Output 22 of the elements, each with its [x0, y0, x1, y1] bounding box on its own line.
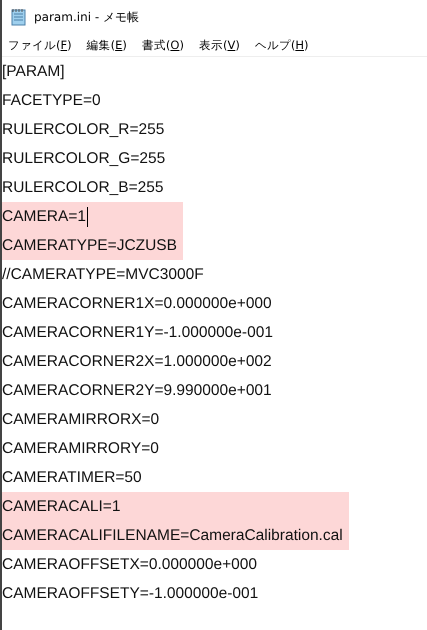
menu-item[interactable]: 表示(V) — [198, 38, 240, 52]
text-line: //CAMERATYPE=MVC3000F — [2, 265, 204, 285]
text-line: CAMERACORNER1Y=-1.000000e-001 — [2, 323, 273, 343]
text-line: CAMERAMIRRORY=0 — [2, 439, 159, 459]
text-line: CAMERAOFFSETY=-1.000000e-001 — [2, 584, 258, 604]
text-line: CAMERACORNER2X=1.000000e+002 — [2, 352, 272, 372]
text-line: FACETYPE=0 — [2, 91, 101, 111]
text-line: RULERCOLOR_R=255 — [2, 120, 164, 140]
text-line: CAMERACORNER2Y=9.990000e+001 — [2, 381, 272, 401]
menu-item[interactable]: ファイル(F) — [8, 38, 72, 52]
window-title: param.ini - メモ帳 — [34, 8, 139, 26]
text-line: RULERCOLOR_B=255 — [2, 178, 164, 198]
text-line: CAMERAOFFSETX=0.000000e+000 — [2, 555, 258, 575]
text-line: RULERCOLOR_G=255 — [2, 149, 166, 169]
text-line: CAMERACORNER1X=0.000000e+000 — [2, 294, 272, 314]
menu-item[interactable]: 書式(O) — [142, 38, 184, 52]
text-line: [PARAM] — [2, 62, 65, 82]
menu-item[interactable]: 編集(E) — [86, 38, 127, 52]
notepad-icon — [11, 8, 27, 26]
text-line: CAMERAMIRRORX=0 — [2, 410, 160, 430]
menu-item[interactable]: ヘルプ(H) — [254, 38, 308, 52]
text-line: CAMERATIMER=50 — [2, 468, 142, 488]
